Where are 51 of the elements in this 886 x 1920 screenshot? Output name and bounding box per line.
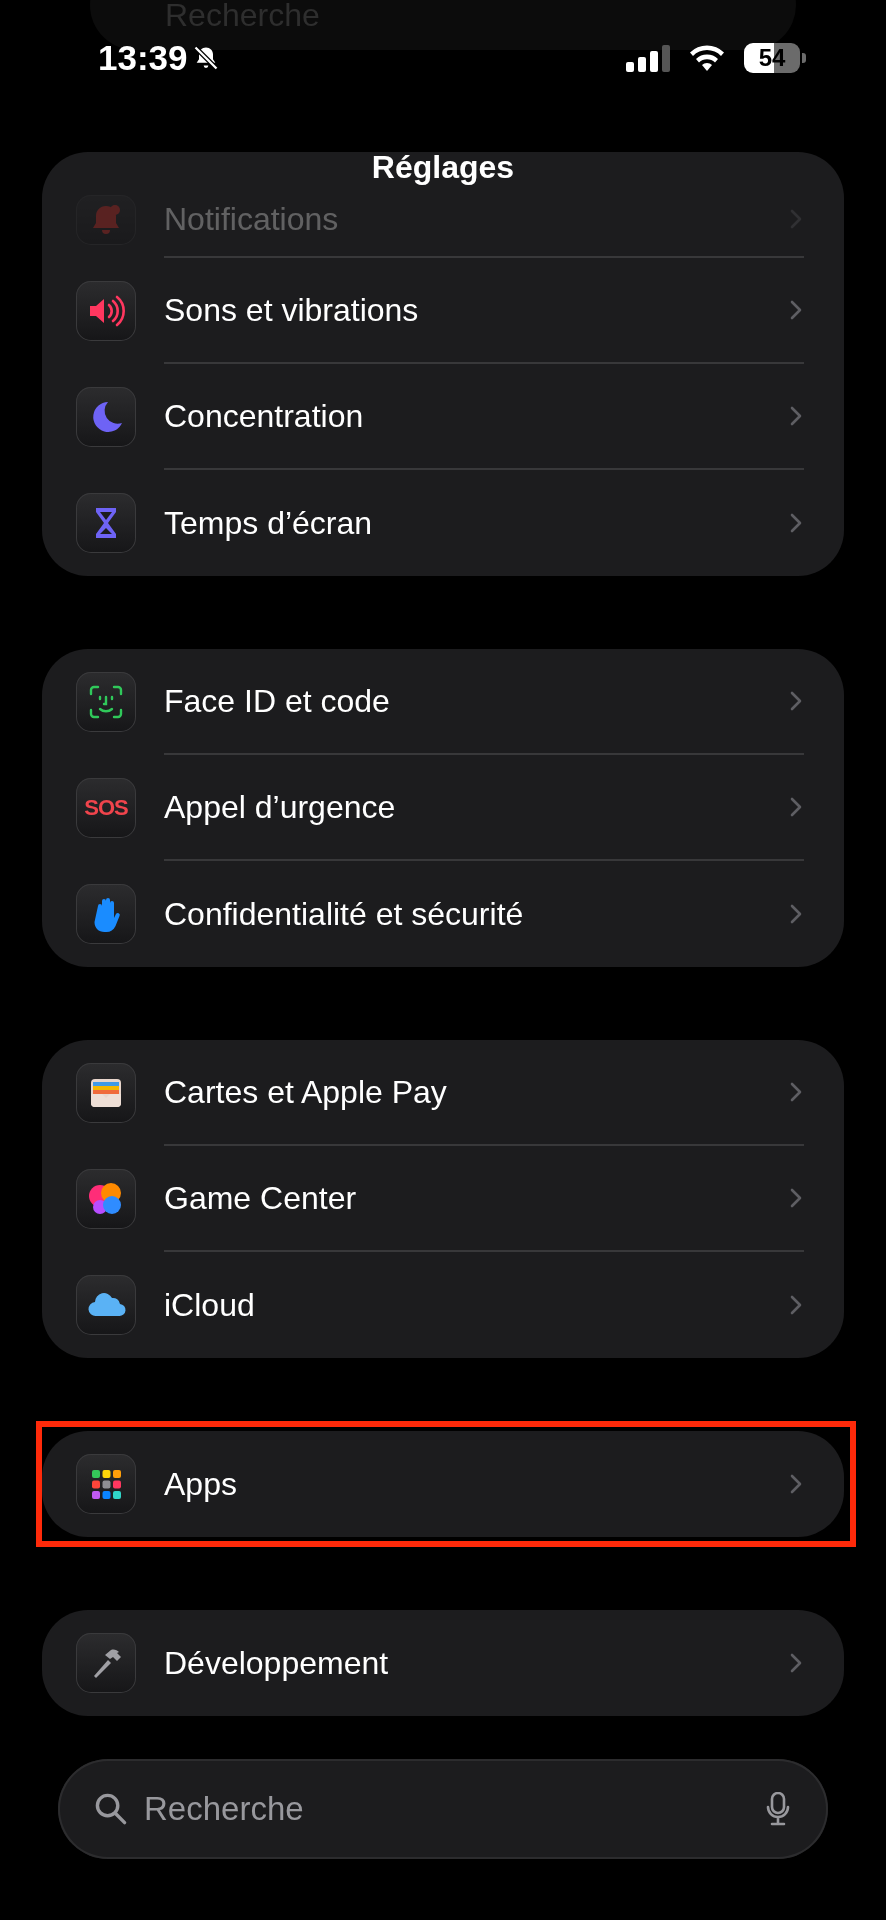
row-label: Apps [164,1465,237,1503]
chevron-icon [790,1188,802,1208]
settings-row[interactable]: Face ID et code [42,649,844,755]
row-label: Appel d’urgence [164,788,396,826]
bubbles-icon [76,1169,136,1229]
app-grid-icon [76,1454,136,1514]
wifi-icon [688,44,726,72]
row-label: Temps d’écran [164,504,373,542]
row-label: Face ID et code [164,682,390,720]
chevron-icon [790,691,802,711]
row-label: Développement [164,1644,389,1682]
row-label: iCloud [164,1286,255,1324]
signal-icon [626,44,670,72]
row-label: Game Center [164,1179,357,1217]
row-label: Sons et vibrations [164,291,419,329]
moon-icon [76,387,136,447]
speaker-icon [76,281,136,341]
face-frame-icon [76,672,136,732]
chevron-icon [790,797,802,817]
chevron-icon [790,300,802,320]
settings-row[interactable]: Temps d’écran [42,470,844,576]
row-label: Concentration [164,397,364,435]
search-field[interactable]: Recherche [58,1759,828,1859]
chevron-icon [790,1295,802,1315]
settings-row[interactable]: iCloud [42,1252,844,1358]
hourglass-icon [76,493,136,553]
chevron-icon [790,1474,802,1494]
settings-row[interactable]: Game Center [42,1146,844,1252]
sos-icon: SOS [76,778,136,838]
chevron-icon [790,1653,802,1673]
row-label: Confidentialité et sécurité [164,895,524,933]
row-label: Cartes et Apple Pay [164,1073,447,1111]
settings-row[interactable]: Cartes et Apple Pay [42,1040,844,1146]
settings-row[interactable]: Concentration [42,364,844,470]
settings-row[interactable]: Développement [42,1610,844,1716]
settings-row[interactable]: Confidentialité et sécurité [42,861,844,967]
cloud-icon [76,1275,136,1335]
wallet-icon [76,1063,136,1123]
microphone-icon[interactable] [766,1792,790,1826]
hand-icon [76,884,136,944]
chevron-icon [790,406,802,426]
settings-row[interactable]: Apps [42,1431,844,1537]
chevron-icon [790,513,802,533]
hammer-icon [76,1633,136,1693]
chevron-icon [790,1082,802,1102]
chevron-icon [790,904,802,924]
settings-row[interactable]: Sons et vibrations [42,258,844,364]
settings-row[interactable]: SOS Appel d’urgence [42,755,844,861]
search-icon [94,1792,128,1826]
row-label: Notifications [164,200,339,238]
bell-icon [76,195,136,245]
